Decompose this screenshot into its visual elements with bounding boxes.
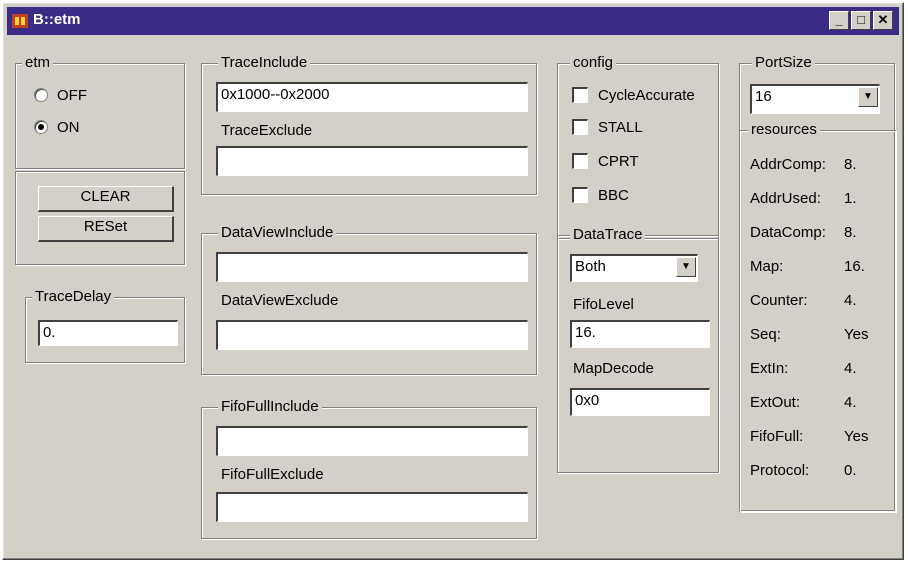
fifofull-group: FifoFullInclude FifoFullExclude <box>201 398 537 539</box>
datatrace-group: DataTrace Both ▼ FifoLevel 16. MapDecode… <box>557 226 719 473</box>
checkbox-bbc[interactable]: BBC <box>572 186 629 206</box>
resources-legend: resources <box>748 121 820 139</box>
mapdecode-input[interactable]: 0x0 <box>570 388 710 416</box>
traceexclude-legend: TraceExclude <box>218 122 316 140</box>
checkbox-cprt[interactable]: CPRT <box>572 152 639 172</box>
minimize-button[interactable]: _ <box>829 11 849 30</box>
resource-value: Yes <box>844 326 869 343</box>
tracedelay-legend: TraceDelay <box>32 288 115 306</box>
checkbox-box[interactable] <box>572 87 588 104</box>
traceinclude-input[interactable]: 0x1000--0x2000 <box>216 82 528 112</box>
trace-group: TraceInclude 0x1000--0x2000 TraceExclude <box>201 54 537 195</box>
resource-value: Yes <box>844 428 869 445</box>
checkbox-label: CPRT <box>598 153 639 170</box>
portsize-select[interactable]: 16 ▼ <box>750 84 880 114</box>
resource-label: Protocol: <box>750 462 810 479</box>
datatrace-select[interactable]: Both ▼ <box>570 254 698 282</box>
radio-on-label: ON <box>57 119 80 136</box>
checkbox-label: STALL <box>598 119 643 136</box>
resource-label: ExtIn: <box>750 360 789 377</box>
config-legend: config <box>570 54 617 72</box>
resource-value: 0. <box>844 462 857 479</box>
resource-value: 8. <box>844 156 857 173</box>
chevron-down-icon[interactable]: ▼ <box>858 87 878 107</box>
radio-off[interactable]: OFF <box>34 86 87 106</box>
datatrace-value: Both <box>575 258 606 275</box>
resource-value: 1. <box>844 190 857 207</box>
dataviewinclude-input[interactable] <box>216 252 528 282</box>
app-icon <box>12 14 28 28</box>
checkbox-box[interactable] <box>572 187 588 204</box>
fifofullinclude-legend: FifoFullInclude <box>218 398 322 416</box>
resource-value: 4. <box>844 360 857 377</box>
checkbox-box[interactable] <box>572 119 588 136</box>
fifofullexclude-legend: FifoFullExclude <box>218 466 327 484</box>
chevron-down-icon[interactable]: ▼ <box>676 257 696 277</box>
radio-selected-dot <box>38 124 44 131</box>
traceinclude-legend: TraceInclude <box>218 54 311 72</box>
dataviewexclude-input[interactable] <box>216 320 528 350</box>
dataviewinclude-legend: DataViewInclude <box>218 224 337 242</box>
resource-label: ExtOut: <box>750 394 801 411</box>
resource-value: 16. <box>844 258 865 275</box>
resource-label: Map: <box>750 258 784 275</box>
dataviewexclude-legend: DataViewExclude <box>218 292 342 310</box>
config-group: config CycleAccurate STALL CPRT BBC <box>557 54 719 239</box>
traceexclude-input[interactable] <box>216 146 528 176</box>
portsize-group: PortSize 16 ▼ resources AddrComp: 8. Add… <box>739 54 896 512</box>
mapdecode-legend: MapDecode <box>570 360 657 378</box>
checkbox-label: CycleAccurate <box>598 87 695 104</box>
tracedelay-group: TraceDelay 0. <box>25 288 185 363</box>
resource-label: DataComp: <box>750 224 826 241</box>
resource-label: Seq: <box>750 326 781 343</box>
resource-label: AddrUsed: <box>750 190 821 207</box>
fifofullinclude-input[interactable] <box>216 426 528 456</box>
datatrace-legend: DataTrace <box>570 226 646 244</box>
portsize-value: 16 <box>755 88 772 105</box>
radio-on[interactable]: ON <box>34 118 80 138</box>
portsize-legend: PortSize <box>752 54 815 72</box>
dataview-group: DataViewInclude DataViewExclude <box>201 224 537 375</box>
reset-button[interactable]: RESet <box>38 216 174 242</box>
fifofullexclude-input[interactable] <box>216 492 528 522</box>
dialog-content: etm OFF ON CLEAR RESet TraceDelay 0. Tra… <box>7 37 899 557</box>
tracedelay-input[interactable]: 0. <box>38 320 178 346</box>
radio-button[interactable] <box>34 120 48 135</box>
radio-off-label: OFF <box>57 87 87 104</box>
resources-group: resources <box>740 121 896 512</box>
etm-actions-group: CLEAR RESet <box>15 171 185 265</box>
radio-button[interactable] <box>34 88 48 103</box>
resource-label: AddrComp: <box>750 156 826 173</box>
close-button[interactable]: ✕ <box>873 11 893 30</box>
checkbox-box[interactable] <box>572 153 588 170</box>
window-title: B::etm <box>33 11 81 28</box>
fifolevel-input[interactable]: 16. <box>570 320 710 348</box>
title-bar[interactable]: B::etm _ □ ✕ <box>7 7 899 35</box>
fifolevel-legend: FifoLevel <box>570 296 637 314</box>
checkbox-stall[interactable]: STALL <box>572 118 643 138</box>
resource-value: 4. <box>844 292 857 309</box>
resource-value: 4. <box>844 394 857 411</box>
resource-label: Counter: <box>750 292 808 309</box>
checkbox-label: BBC <box>598 187 629 204</box>
etm-group-legend: etm <box>22 54 54 72</box>
checkbox-cycleaccurate[interactable]: CycleAccurate <box>572 86 714 106</box>
resource-label: FifoFull: <box>750 428 804 445</box>
maximize-button[interactable]: □ <box>851 11 871 30</box>
etm-group: etm OFF ON <box>15 54 185 169</box>
clear-button[interactable]: CLEAR <box>38 186 174 212</box>
etm-window: B::etm _ □ ✕ etm OFF ON CLEAR RESet Trac… <box>2 2 904 560</box>
resource-value: 8. <box>844 224 857 241</box>
